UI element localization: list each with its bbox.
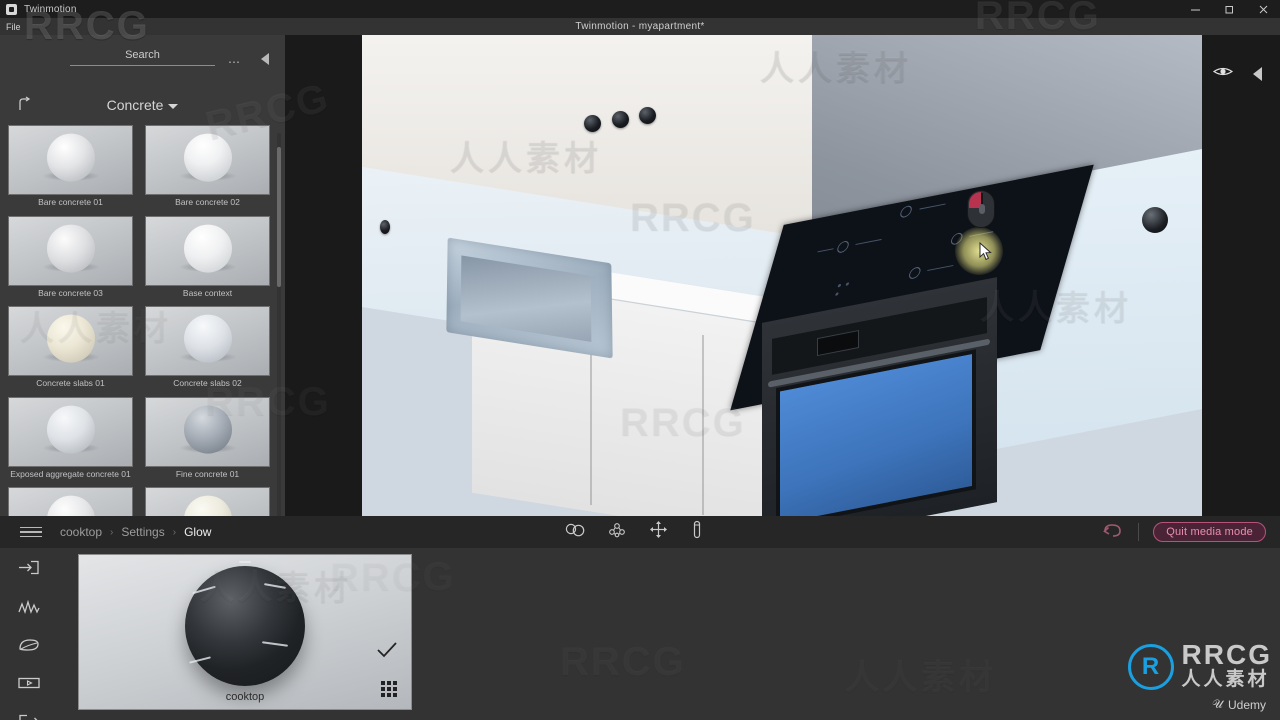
3d-viewport[interactable] <box>285 35 1280 516</box>
material-preview[interactable]: cooktop <box>78 554 412 710</box>
material-card[interactable]: Concrete slabs 02 <box>145 306 270 393</box>
check-icon[interactable] <box>377 642 397 663</box>
logo-mark-icon: R <box>1127 643 1174 690</box>
context-toolbar: cooktop › Settings › Glow Quit media mod… <box>0 516 1280 548</box>
material-library-panel: Search ⋯ Concrete Bare concrete 01 Bare … <box>0 35 285 551</box>
scrollbar-thumb[interactable] <box>277 147 281 287</box>
right-tools: Quit media mode <box>1102 516 1266 548</box>
twinmotion-logo-icon <box>6 3 17 15</box>
breadcrumb-item-object[interactable]: cooktop <box>60 525 102 539</box>
quit-media-mode-button[interactable]: Quit media mode <box>1153 522 1266 542</box>
material-thumbnail <box>145 215 270 286</box>
material-card[interactable]: Bare concrete 03 <box>8 215 133 303</box>
hamburger-menu-icon[interactable] <box>20 524 42 541</box>
material-thumbnail <box>8 306 133 376</box>
collapse-panel-icon[interactable] <box>261 53 269 65</box>
library-header: Search ⋯ <box>0 35 285 92</box>
material-label: Bare concrete 02 <box>175 197 240 207</box>
grid-icon[interactable] <box>381 681 397 697</box>
close-button[interactable] <box>1246 0 1280 18</box>
material-card[interactable]: Concrete slabs 01 <box>8 306 133 393</box>
library-nav: Concrete <box>0 92 285 125</box>
breadcrumb-item-settings[interactable]: Settings <box>121 525 164 539</box>
maximize-button[interactable] <box>1212 0 1246 18</box>
menu-item-file[interactable]: File <box>0 22 27 32</box>
material-grid[interactable]: Bare concrete 01 Bare concrete 02 Bare c… <box>0 125 285 551</box>
import-icon[interactable] <box>18 560 40 580</box>
udemy-mark-icon: 𝒰 <box>1212 697 1223 711</box>
material-thumbnail <box>8 396 133 467</box>
material-row: Bare concrete 03 Base context <box>8 215 277 303</box>
material-preview-sphere <box>185 565 305 686</box>
search-input[interactable]: Search <box>70 49 215 66</box>
material-label: Bare concrete 03 <box>38 287 103 298</box>
eye-icon[interactable] <box>1212 65 1234 83</box>
material-card[interactable]: Bare concrete 01 <box>8 125 133 212</box>
twinmotion-window: Twinmotion File Twinmotion - myapartment… <box>0 0 1280 720</box>
udemy-label: Udemy <box>1227 697 1266 712</box>
media-icon[interactable] <box>18 676 40 695</box>
breadcrumb: cooktop › Settings › Glow <box>60 525 211 539</box>
leaf-icon[interactable] <box>18 638 40 657</box>
material-row: Bare concrete 01 Bare concrete 02 <box>8 125 277 212</box>
collapse-panel-icon[interactable] <box>1253 67 1262 81</box>
eyedropper-tool-icon[interactable] <box>690 520 704 544</box>
material-thumbnail <box>8 215 133 286</box>
logo-brand-label: RRCG <box>1181 639 1272 671</box>
chevron-down-icon <box>168 103 179 109</box>
center-tools <box>565 516 704 548</box>
material-card[interactable]: Bare concrete 02 <box>145 125 270 212</box>
menu-bar: File <box>0 18 1280 35</box>
title-bar: Twinmotion <box>0 0 1280 18</box>
material-thumbnail <box>145 306 270 376</box>
material-thumbnail <box>145 396 270 467</box>
material-label: Base context <box>182 287 233 298</box>
window-controls <box>1178 0 1280 18</box>
breadcrumb-separator: › <box>110 526 114 538</box>
kitchen-scene-render <box>362 35 1202 516</box>
breadcrumb-item-glow[interactable]: Glow <box>184 525 211 539</box>
material-row: Concrete slabs 01 Concrete slabs 02 <box>8 306 277 393</box>
particles-tool-icon[interactable] <box>607 521 627 544</box>
library-scrollbar[interactable] <box>277 133 281 543</box>
material-thumbnail <box>8 125 133 195</box>
undo-icon[interactable] <box>1102 522 1124 543</box>
graph-icon[interactable] <box>18 599 40 619</box>
side-icon-rail <box>18 560 40 720</box>
material-label: Fine concrete 01 <box>175 468 240 479</box>
mouse-pointer-icon <box>979 241 992 266</box>
material-label: Concrete slabs 02 <box>173 378 242 388</box>
material-card[interactable]: Exposed aggregate concrete 01 <box>8 396 133 484</box>
export-icon[interactable] <box>18 714 40 720</box>
material-preview-label: cooktop <box>225 691 265 703</box>
mouse-cursor-gizmo-icon <box>967 190 995 228</box>
rrcg-logo: R RRCG 人人素材 <box>1127 639 1272 692</box>
material-label: Bare concrete 01 <box>38 197 103 207</box>
spheres-tool-icon[interactable] <box>565 522 585 543</box>
category-dropdown[interactable]: Concrete <box>0 97 285 113</box>
breadcrumb-separator: › <box>172 526 177 538</box>
material-thumbnail <box>145 125 270 195</box>
material-label: Concrete slabs 01 <box>36 378 105 388</box>
material-card[interactable]: Fine concrete 01 <box>145 396 270 484</box>
material-label: Exposed aggregate concrete 01 <box>10 468 131 479</box>
material-row: Exposed aggregate concrete 01 Fine concr… <box>8 396 277 484</box>
move-tool-icon[interactable] <box>649 520 668 544</box>
divider <box>1138 523 1140 541</box>
viewport-tools <box>1212 65 1262 83</box>
library-more-button[interactable]: ⋯ <box>228 55 241 69</box>
app-name-label: Twinmotion <box>24 3 77 15</box>
category-label: Concrete <box>106 97 164 113</box>
minimize-button[interactable] <box>1178 0 1212 18</box>
udemy-logo: 𝒰 Udemy <box>1212 697 1266 712</box>
logo-brand-cn-label: 人人素材 <box>1181 669 1270 691</box>
material-card[interactable]: Base context <box>145 215 270 303</box>
